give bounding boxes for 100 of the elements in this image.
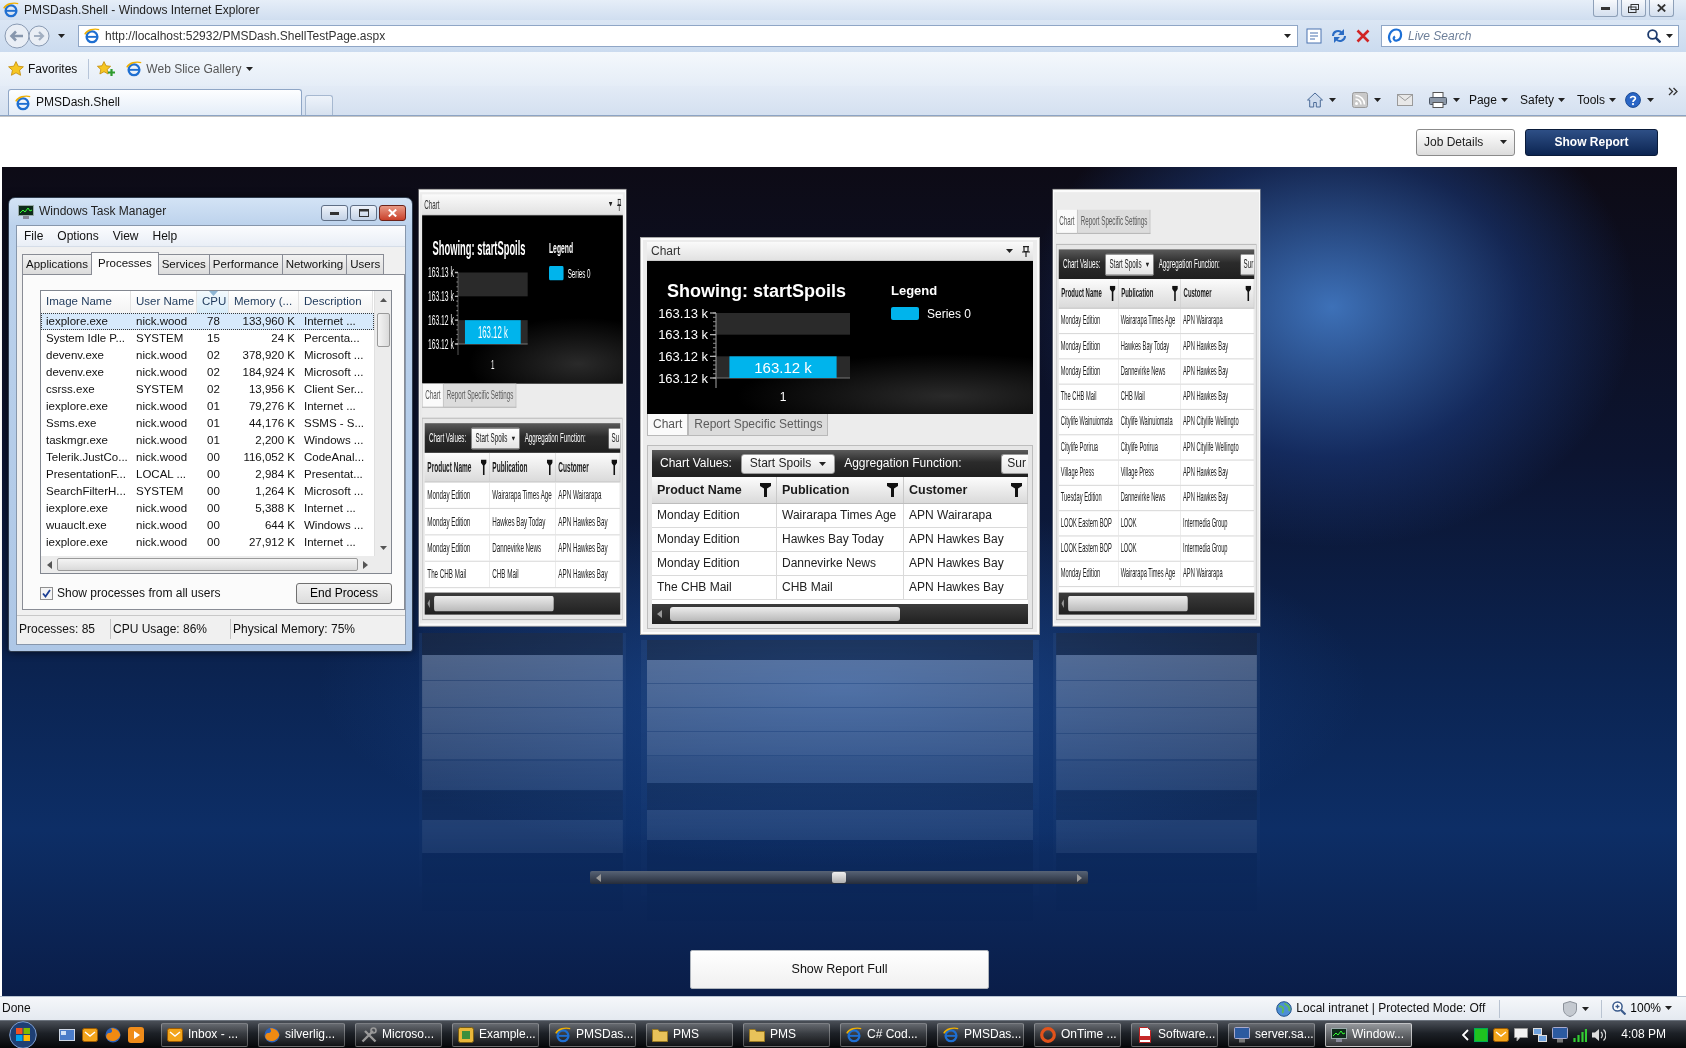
taskbar-button[interactable]: Microso... [355, 1022, 442, 1047]
process-row[interactable]: devenv.exe nick.wood 02 184,924 K Microsoft ... [41, 364, 374, 381]
taskbar-button[interactable]: Window... [1325, 1022, 1412, 1047]
tab[interactable]: Networking [281, 254, 348, 274]
chevron-left-icon[interactable] [1462, 1028, 1470, 1041]
filter-icon[interactable] [546, 459, 553, 475]
column-header[interactable]: Customer [1180, 279, 1255, 308]
process-row[interactable]: wuauclt.exe nick.wood 00 644 K Windows ... [41, 517, 374, 534]
printer-icon[interactable] [1428, 92, 1447, 109]
browser-tab[interactable]: PMSDash.Shell [8, 89, 302, 115]
scroll-thumb[interactable] [1068, 595, 1188, 612]
taskbar-button[interactable]: OnTime ... [1034, 1022, 1121, 1047]
menu-button[interactable]: Safety [1516, 91, 1568, 110]
add-favorite-icon[interactable] [97, 61, 116, 77]
filter-icon[interactable] [1172, 285, 1178, 302]
tab[interactable]: Chart [1056, 209, 1078, 234]
tab[interactable]: Services [157, 254, 210, 274]
address-field[interactable]: http://localhost:52932/PMSDash.ShellTestPage.aspx [105, 27, 1279, 45]
favorites-button[interactable]: Favorites [5, 59, 81, 79]
zoom-button[interactable]: 100% [1602, 1001, 1686, 1016]
process-row[interactable]: taskmgr.exe nick.wood 01 2,200 K Windows ... [41, 432, 374, 449]
arrow-left-icon[interactable] [47, 560, 52, 569]
menu-item[interactable]: File [17, 228, 51, 244]
start-button[interactable] [9, 1020, 37, 1048]
column-header[interactable]: Product Name [652, 477, 777, 503]
scroll-thumb[interactable] [376, 313, 390, 347]
tab[interactable]: Report Specific Settings [443, 383, 517, 408]
column-header[interactable]: Customer [904, 477, 1028, 503]
column-header[interactable]: Image Name [41, 291, 131, 313]
carousel-scrollbar[interactable] [590, 871, 1088, 884]
column-header[interactable]: Publication [1118, 279, 1181, 308]
web-slice-button[interactable]: Web Slice Gallery [123, 59, 256, 79]
play-icon[interactable] [128, 1026, 144, 1043]
column-header[interactable]: Customer [555, 452, 621, 482]
minimize-button[interactable] [321, 205, 348, 221]
filter-icon[interactable] [480, 459, 487, 475]
process-row[interactable]: System Idle P... SYSTEM 15 24 K Percenta... [41, 330, 374, 347]
process-row[interactable]: iexplore.exe nick.wood 00 27,912 K Internet ... [41, 534, 374, 551]
menu-button[interactable]: Tools [1574, 91, 1619, 110]
scrollbar[interactable] [1058, 592, 1255, 615]
filter-icon[interactable] [760, 483, 771, 497]
scrollbar[interactable] [652, 604, 1028, 624]
arrow-up-icon[interactable] [379, 298, 387, 302]
process-row[interactable]: SearchFilterH... SYSTEM 00 1,264 K Microsoft ... [41, 483, 374, 500]
process-row[interactable]: iexplore.exe nick.wood 01 79,276 K Internet ... [41, 398, 374, 415]
filter-icon[interactable] [887, 483, 898, 497]
tab[interactable]: Users [346, 254, 385, 274]
filter-icon[interactable] [1245, 285, 1252, 302]
process-row[interactable]: csrss.exe SYSTEM 02 13,956 K Client Ser... [41, 381, 374, 398]
menu-item[interactable]: Options [50, 228, 106, 244]
aggregation-dropdown[interactable]: Sur [1240, 253, 1255, 276]
scroll-thumb[interactable] [832, 872, 846, 883]
arrow-left-icon[interactable] [1061, 599, 1064, 608]
pin-icon[interactable] [1022, 245, 1030, 257]
arrow-right-icon[interactable] [363, 560, 368, 569]
caret-icon[interactable] [1006, 249, 1013, 253]
taskbar-button[interactable]: Software... [1131, 1022, 1218, 1047]
maximize-button[interactable] [350, 205, 377, 221]
show-report-full-button[interactable]: Show Report Full [690, 950, 989, 989]
column-header[interactable]: Product Name [1058, 279, 1119, 308]
stop-icon[interactable] [1356, 29, 1370, 43]
restore-button[interactable] [1621, 0, 1646, 17]
refresh-icon[interactable] [1330, 28, 1348, 44]
mail-icon[interactable] [82, 1026, 98, 1043]
home-icon[interactable] [1306, 92, 1323, 109]
desktop-icon[interactable] [59, 1026, 75, 1043]
column-header[interactable]: Publication [489, 452, 556, 482]
column-header[interactable]: Product Name [424, 452, 490, 482]
aggregation-dropdown[interactable]: Su [608, 427, 621, 450]
help-icon[interactable] [1625, 92, 1641, 109]
end-process-button[interactable]: End Process [296, 583, 392, 604]
scrollbar[interactable] [424, 592, 621, 615]
close-button[interactable] [379, 205, 406, 221]
scroll-thumb[interactable] [434, 595, 554, 612]
close-button[interactable] [1649, 0, 1674, 17]
chart-values-dropdown[interactable]: Start Spoils [470, 427, 520, 450]
mail-icon[interactable] [1493, 1026, 1510, 1043]
speaker-icon[interactable] [1592, 1027, 1607, 1042]
process-row[interactable]: Telerik.JustCo... nick.wood 00 116,052 K CodeAnal... [41, 449, 374, 466]
process-row[interactable]: Ssms.exe nick.wood 01 44,176 K SSMS - S... [41, 415, 374, 432]
tab[interactable]: Chart [647, 414, 689, 436]
column-header[interactable]: Description [299, 291, 373, 313]
tab[interactable]: Report Specific Settings [1077, 209, 1151, 234]
column-header[interactable]: Publication [777, 477, 904, 503]
taskbar-button[interactable]: PMS [646, 1022, 733, 1047]
tab[interactable]: Report Specific Settings [688, 414, 829, 436]
arrow-left-icon[interactable] [657, 610, 662, 618]
filter-icon[interactable] [611, 459, 618, 475]
speech-bubble-icon[interactable] [1514, 1027, 1529, 1042]
minimize-button[interactable] [1593, 0, 1618, 17]
taskbar-button[interactable]: silverlig... [258, 1022, 345, 1047]
scrollbar[interactable] [41, 556, 391, 573]
arrow-down-icon[interactable] [379, 546, 387, 550]
process-row[interactable]: iexplore.exe nick.wood 00 5,388 K Internet ... [41, 500, 374, 517]
arrow-left-icon[interactable] [427, 599, 430, 608]
filter-icon[interactable] [1109, 285, 1116, 302]
menu-item[interactable]: View [105, 228, 146, 244]
caret-icon[interactable] [58, 34, 65, 38]
show-report-button[interactable]: Show Report [1525, 128, 1658, 156]
taskbar-button[interactable]: PMSDas... [549, 1022, 636, 1047]
